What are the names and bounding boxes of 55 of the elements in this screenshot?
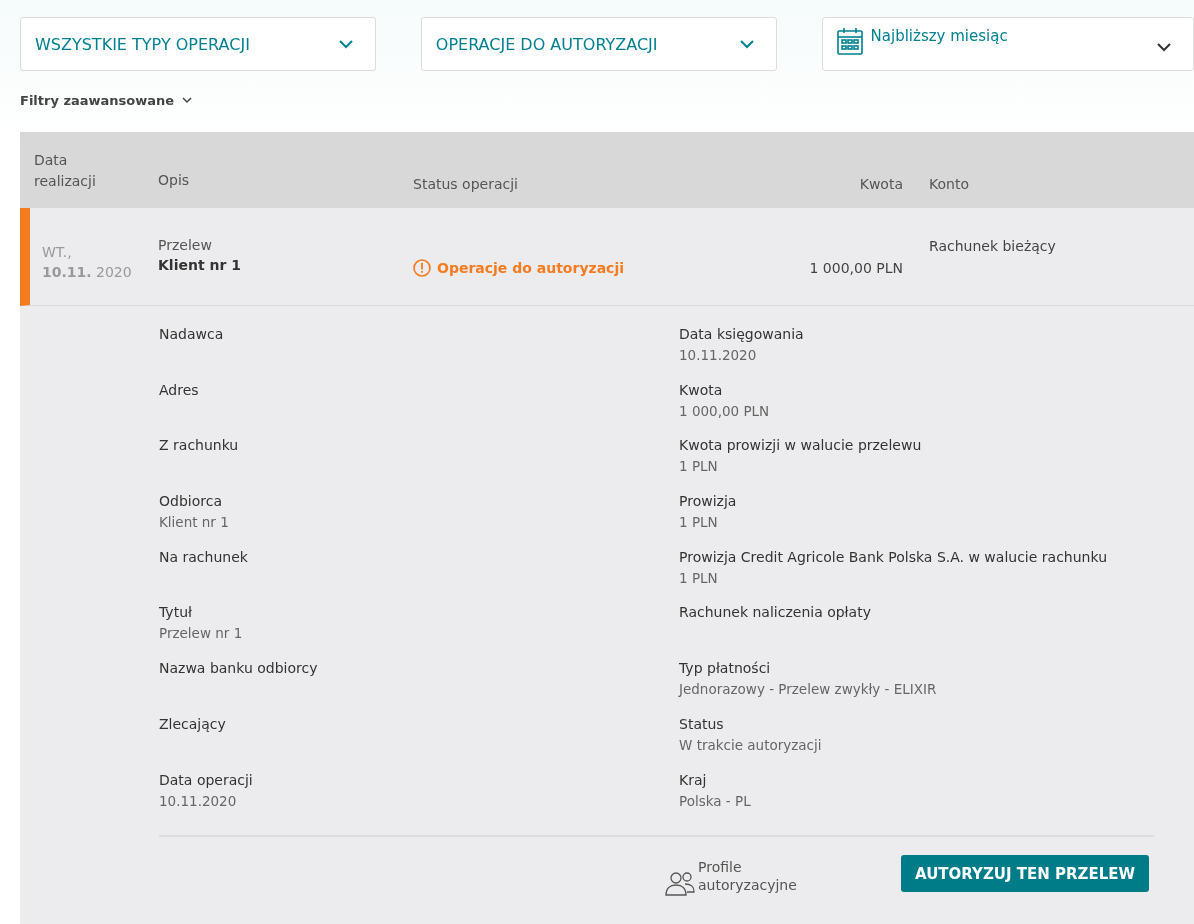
column-header: Kwota	[858, 176, 903, 192]
detail-label: Data księgowania	[679, 326, 805, 342]
column-header: Konto	[928, 176, 969, 192]
detail-label: Kwota	[679, 381, 724, 398]
detail-value: Jednorazowy - Przelew zwykły - ELIXIR	[679, 681, 938, 698]
chevron-down-icon	[1157, 43, 1171, 52]
detail-value: 1 PLN	[679, 514, 719, 531]
detail-label: Prowizja Credit Agricole Bank Polska S.A. w walucie rachunku	[679, 548, 1107, 565]
detail-value: 10.11.2020	[159, 792, 238, 809]
type-label: Przelew	[158, 236, 213, 253]
day-label: WT.,	[42, 243, 73, 260]
filter-dropdown[interactable]: OPERACJE DO AUTORYZACJI	[420, 17, 777, 71]
detail-value: Polska - PL	[679, 792, 752, 809]
detail-value: 1 000,00 PLN	[679, 402, 771, 419]
authorization-profiles-link[interactable]: Profile autoryzacyjne	[698, 858, 803, 895]
chevron-down-icon	[182, 97, 193, 104]
detail-value: 1 PLN	[679, 458, 719, 475]
amount-label: 1 000,00 PLN	[809, 259, 903, 276]
detail-label: Nazwa banku odbiorcy	[159, 660, 319, 677]
authorize-button[interactable]: AUTORYZUJ TEN PRZELEW	[901, 855, 1150, 893]
calendar-icon	[836, 27, 863, 55]
filter-dropdown[interactable]: Najbliższy miesiąc	[821, 17, 1194, 71]
advanced-filters-toggle[interactable]: Filtry zaawansowane	[20, 93, 193, 108]
detail-label: Typ płatności	[679, 660, 772, 677]
people-icon	[664, 869, 696, 898]
warning-icon	[413, 258, 431, 277]
detail-label: Status	[679, 715, 725, 732]
detail-label: Rachunek naliczenia opłaty	[679, 604, 872, 621]
status-label: Operacje do autoryzacji	[437, 259, 624, 276]
detail-label: Kraj	[679, 771, 708, 788]
detail-value: Przelew nr 1	[159, 625, 244, 642]
detail-value: 10.11.2020	[679, 347, 758, 363]
detail-label: Nadawca	[159, 326, 225, 342]
column-header: Status operacji	[413, 176, 519, 192]
detail-label: Zlecający	[159, 715, 227, 732]
chevron-down-icon	[739, 39, 754, 49]
detail-label: Prowizja	[679, 493, 738, 510]
account-label: Rachunek bieżący	[929, 238, 1056, 254]
detail-label: Tytuł	[159, 604, 193, 621]
detail-value: Klient nr 1	[159, 514, 230, 531]
detail-label: Data operacji	[159, 771, 254, 788]
detail-label: Z rachunku	[159, 437, 240, 454]
column-header: Opis	[158, 172, 191, 188]
recipient-name: Klient nr 1	[158, 256, 242, 273]
detail-label: Kwota prowizji w walucie przelewu	[679, 437, 923, 454]
detail-value: 1 PLN	[679, 569, 719, 586]
transaction-row[interactable]: WT., 10.11. 2020 Przelew Klient nr 1 Operacje do autoryzacji 1 000,00 PLN Rachunek bieżący	[20, 208, 1194, 306]
detail-label: Adres	[159, 381, 200, 398]
detail-label: Na rachunek	[159, 548, 249, 565]
date-label: 10.11. 2020	[42, 263, 133, 280]
filter-dropdown[interactable]: WSZYSTKIE TYPY OPERACJI	[20, 17, 376, 71]
detail-value: W trakcie autoryzacji	[679, 736, 823, 753]
chevron-down-icon	[338, 39, 353, 49]
detail-label: Odbiorca	[159, 493, 223, 510]
column-header: Data realizacji	[33, 151, 97, 191]
